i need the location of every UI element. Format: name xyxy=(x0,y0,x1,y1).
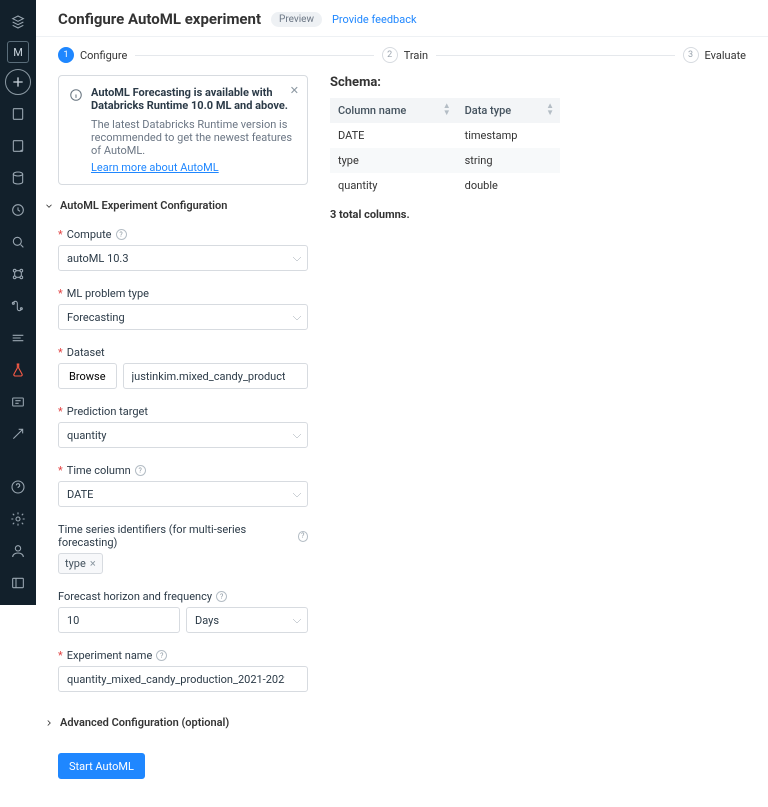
stepper: 1 Configure 2 Train 3 Evaluate xyxy=(58,47,746,63)
horizon-input[interactable] xyxy=(58,607,180,633)
section-header-main[interactable]: AutoML Experiment Configuration xyxy=(44,199,308,212)
sort-icon: ▲▼ xyxy=(546,102,554,116)
chevron-down-icon xyxy=(44,201,54,211)
tsid-label: Time series identifiers (for multi-serie… xyxy=(58,523,308,549)
info-banner: AutoML Forecasting is available with Dat… xyxy=(58,75,308,185)
left-rail: M xyxy=(0,0,36,605)
close-icon[interactable]: ✕ xyxy=(290,84,299,97)
step-evaluate[interactable]: 3 Evaluate xyxy=(683,47,747,63)
schema-panel: Schema: Column name▲▼ Data type▲▼ DATEti… xyxy=(330,75,560,779)
timecol-select[interactable]: DATE xyxy=(58,481,308,507)
info-title: AutoML Forecasting is available with Dat… xyxy=(91,86,288,112)
logo-icon[interactable] xyxy=(5,9,31,35)
horizon-unit-select[interactable]: Days xyxy=(186,607,308,633)
table-row: DATEtimestamp xyxy=(330,123,560,148)
search-icon[interactable] xyxy=(5,229,31,255)
settings-icon[interactable] xyxy=(5,506,31,532)
experiments-icon[interactable] xyxy=(5,357,31,383)
field-problem-type: ML problem type Forecasting xyxy=(58,287,308,330)
page: Configure AutoML experiment Preview Prov… xyxy=(36,0,768,807)
notebook-icon[interactable] xyxy=(5,101,31,127)
schema-total: 3 total columns. xyxy=(330,208,560,221)
table-row: typestring xyxy=(330,148,560,173)
help-icon[interactable]: ? xyxy=(216,591,227,602)
help-icon[interactable]: ? xyxy=(156,650,167,661)
help-icon[interactable] xyxy=(5,474,31,500)
help-icon[interactable]: ? xyxy=(116,229,127,240)
info-icon xyxy=(69,88,83,102)
field-compute: Compute? autoML 10.3 xyxy=(58,228,308,271)
compute-select[interactable]: autoML 10.3 xyxy=(58,245,308,271)
page-title: Configure AutoML experiment xyxy=(58,10,261,28)
form-column: AutoML Forecasting is available with Dat… xyxy=(58,75,308,779)
repo-icon[interactable] xyxy=(5,133,31,159)
step-number-3: 3 xyxy=(683,47,699,63)
page-header: Configure AutoML experiment Preview Prov… xyxy=(58,10,746,28)
models-icon[interactable] xyxy=(5,389,31,415)
step-train[interactable]: 2 Train xyxy=(382,47,428,63)
header-divider xyxy=(36,36,768,37)
step-label: Train xyxy=(404,49,428,62)
th-column-name[interactable]: Column name▲▼ xyxy=(330,98,457,123)
recent-icon[interactable] xyxy=(5,197,31,223)
data-icon[interactable] xyxy=(5,165,31,191)
create-icon[interactable] xyxy=(5,69,31,95)
problem-select[interactable]: Forecasting xyxy=(58,304,308,330)
step-configure[interactable]: 1 Configure xyxy=(58,47,127,63)
field-ts-identifiers: Time series identifiers (for multi-serie… xyxy=(58,523,308,574)
info-learn-more-link[interactable]: Learn more about AutoML xyxy=(91,161,297,174)
feedback-link[interactable]: Provide feedback xyxy=(332,13,417,26)
step-label: Configure xyxy=(80,49,127,62)
expname-label: Experiment name? xyxy=(58,649,308,662)
help-icon[interactable]: ? xyxy=(298,531,308,542)
browse-button[interactable]: Browse xyxy=(58,363,117,389)
target-select[interactable]: quantity xyxy=(58,422,308,448)
field-horizon: Forecast horizon and frequency? Days xyxy=(58,590,308,633)
chevron-right-icon xyxy=(44,718,54,728)
target-label: Prediction target xyxy=(58,405,308,418)
tsid-chip[interactable]: type× xyxy=(58,553,103,574)
compute-icon[interactable] xyxy=(5,261,31,287)
horizon-label: Forecast horizon and frequency? xyxy=(58,590,308,603)
help-icon[interactable]: ? xyxy=(135,465,146,476)
info-body: The latest Databricks Runtime version is… xyxy=(91,118,297,157)
dataset-label: Dataset xyxy=(58,346,308,359)
schema-title: Schema: xyxy=(330,75,560,90)
field-time-column: Time column? DATE xyxy=(58,464,308,507)
step-label: Evaluate xyxy=(705,49,747,62)
timecol-label: Time column? xyxy=(58,464,308,477)
schema-table: Column name▲▼ Data type▲▼ DATEtimestamp … xyxy=(330,98,560,198)
workspace-switcher[interactable]: M xyxy=(7,41,29,63)
field-target: Prediction target quantity xyxy=(58,405,308,448)
expname-input[interactable] xyxy=(58,666,308,692)
table-row: quantitydouble xyxy=(330,173,560,198)
workflows-icon[interactable] xyxy=(5,293,31,319)
step-number-2: 2 xyxy=(382,47,398,63)
field-dataset: Dataset Browse xyxy=(58,346,308,389)
th-data-type[interactable]: Data type▲▼ xyxy=(457,98,560,123)
panel-icon[interactable] xyxy=(5,570,31,596)
sort-icon: ▲▼ xyxy=(443,102,451,116)
problem-label: ML problem type xyxy=(58,287,308,300)
preview-badge: Preview xyxy=(271,12,322,27)
section-header-advanced[interactable]: Advanced Configuration (optional) xyxy=(44,716,308,729)
field-experiment-name: Experiment name? xyxy=(58,649,308,692)
start-automl-button[interactable]: Start AutoML xyxy=(58,753,145,779)
compute-label: Compute? xyxy=(58,228,308,241)
user-icon[interactable] xyxy=(5,538,31,564)
step-line xyxy=(135,55,373,56)
step-number-1: 1 xyxy=(58,47,74,63)
step-line xyxy=(436,55,674,56)
jobs-icon[interactable] xyxy=(5,325,31,351)
serving-icon[interactable] xyxy=(5,421,31,447)
dataset-input[interactable] xyxy=(123,363,308,389)
chip-remove-icon[interactable]: × xyxy=(90,557,96,570)
